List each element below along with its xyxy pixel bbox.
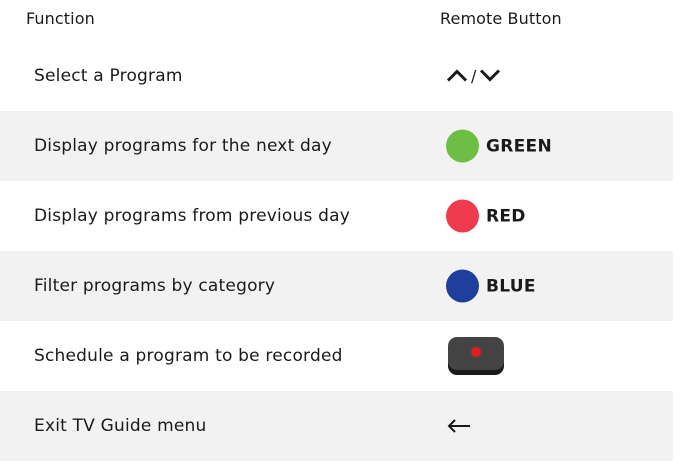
remote-button-record <box>446 335 506 377</box>
table-header: Function Remote Button <box>0 0 683 36</box>
function-label: Display programs for the next day <box>34 136 332 156</box>
color-button-label: GREEN <box>486 136 552 156</box>
chevron-down-icon <box>480 69 501 82</box>
back-arrow-icon <box>447 419 470 433</box>
record-button-icon <box>448 337 504 375</box>
record-dot-icon <box>471 347 481 357</box>
table-row-select-program: Select a Program / <box>0 40 673 111</box>
green-button-icon <box>446 129 479 163</box>
remote-functions-table: Select a Program / Display programs for … <box>0 40 673 461</box>
function-column-header: Function <box>26 9 95 28</box>
color-button-label: BLUE <box>486 276 536 296</box>
table-row-next-day: Display programs for the next day GREEN <box>0 111 673 181</box>
function-label: Exit TV Guide menu <box>34 416 207 436</box>
remote-button-green: GREEN <box>446 129 552 163</box>
arrow-separator: / <box>471 66 477 85</box>
chevron-up-icon <box>446 69 468 82</box>
red-button-icon <box>446 199 479 233</box>
table-row-previous-day: Display programs from previous day RED <box>0 181 673 251</box>
table-row-filter-category: Filter programs by category BLUE <box>0 251 673 321</box>
function-label: Display programs from previous day <box>34 206 351 226</box>
table-row-exit-guide: Exit TV Guide menu <box>0 391 673 461</box>
remote-button-blue: BLUE <box>446 269 536 303</box>
function-label: Schedule a program to be recorded <box>34 346 343 366</box>
remote-button-arrows: / <box>446 66 501 85</box>
function-label: Select a Program <box>34 65 183 86</box>
color-button-label: RED <box>486 206 526 226</box>
table-row-schedule-record: Schedule a program to be recorded <box>0 321 673 391</box>
remote-button-column-header: Remote Button <box>440 9 562 28</box>
remote-button-red: RED <box>446 199 526 233</box>
blue-button-icon <box>446 269 479 303</box>
function-label: Filter programs by category <box>34 276 276 296</box>
remote-button-back <box>446 418 472 434</box>
